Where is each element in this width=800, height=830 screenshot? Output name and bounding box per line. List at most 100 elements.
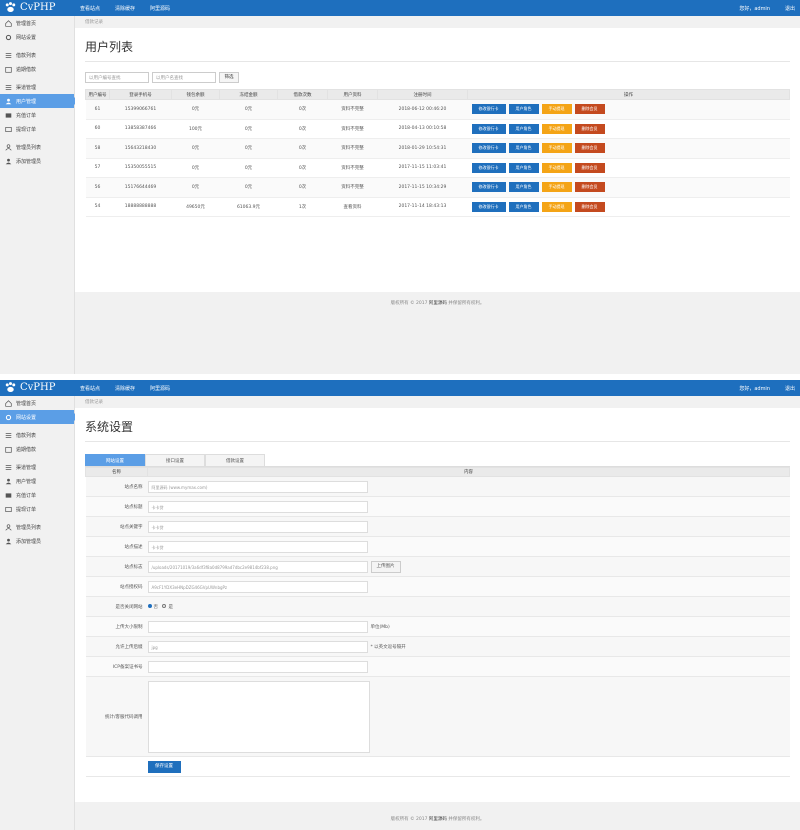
sidebar-item-dashboard[interactable]: 管理首页 — [0, 16, 74, 30]
sidebar-item-users[interactable]: 用户管理 — [0, 94, 78, 108]
col-frozen[interactable]: 冻结金额 — [219, 89, 278, 100]
calendar-icon — [5, 66, 12, 73]
sidebar-item-dashboard[interactable]: 管理首页 — [0, 396, 74, 410]
footer-brand-link[interactable]: 阿里源码 — [429, 301, 447, 306]
list-icon — [5, 432, 12, 438]
filter-button[interactable]: 筛选 — [219, 72, 239, 83]
sidebar-item-add-admin[interactable]: 添加管理员 — [0, 534, 74, 548]
col-profile[interactable]: 用户资料 — [327, 89, 378, 100]
close-site-no-radio[interactable] — [147, 604, 152, 608]
list-icon — [5, 84, 12, 90]
table-cell[interactable]: 查看资料 — [327, 197, 378, 217]
table-cell[interactable]: 资料不完整 — [327, 138, 378, 159]
keywords-field[interactable]: 卡卡贷 — [147, 520, 368, 533]
col-balance[interactable]: 钱包余额 — [171, 89, 220, 100]
nav-view-site[interactable]: 查看站点 — [80, 385, 100, 392]
sidebar-item-users[interactable]: 用户管理 — [0, 474, 74, 488]
manual-withdraw-button[interactable]: 手动提现 — [541, 123, 572, 134]
edit-bank-card-button[interactable]: 修改银行卡 — [471, 143, 506, 154]
description-field[interactable]: 卡卡贷 — [147, 540, 368, 553]
logout-link[interactable]: 退出 — [785, 385, 795, 392]
edit-bank-card-button[interactable]: 修改银行卡 — [471, 123, 506, 134]
table-cell[interactable]: 资料不完整 — [327, 158, 378, 178]
sidebar-item-admins[interactable]: 管理员列表 — [0, 520, 74, 534]
table-cell[interactable]: 资料不完整 — [327, 99, 378, 120]
sidebar-item-add-admin[interactable]: 添加管理员 — [0, 154, 74, 168]
manual-withdraw-button[interactable]: 手动提现 — [541, 104, 572, 115]
table-cell[interactable]: 资料不完整 — [327, 177, 378, 198]
col-loan-count[interactable]: 借款次数 — [277, 89, 328, 100]
manual-withdraw-button[interactable]: 手动提现 — [541, 162, 572, 173]
breadcrumb[interactable]: 借款记录 — [75, 396, 800, 408]
nav-view-site[interactable]: 查看站点 — [80, 5, 100, 12]
user-role-button[interactable]: 用户角色 — [508, 201, 539, 212]
user-role-button[interactable]: 用户角色 — [508, 123, 539, 134]
icp-field[interactable] — [147, 660, 368, 673]
user-role-button[interactable]: 用户角色 — [508, 143, 539, 154]
sidebar-item-settings[interactable]: 网站设置 — [0, 30, 74, 44]
col-phone[interactable]: 登录手机号 — [109, 89, 172, 100]
delete-member-button[interactable]: 删除会员 — [574, 162, 605, 173]
user-role-button[interactable]: 用户角色 — [508, 162, 539, 173]
sidebar-item-overdue[interactable]: 逾期借款 — [0, 62, 74, 76]
user-id-search-input[interactable]: 以用户编号查找 — [85, 72, 149, 83]
site-title-field[interactable]: 卡卡贷 — [147, 500, 368, 513]
user-role-button[interactable]: 用户角色 — [508, 104, 539, 115]
col-user-id[interactable]: 用户编号 — [85, 89, 110, 100]
calendar-icon — [5, 446, 12, 453]
nav-source[interactable]: 阿里源码 — [150, 5, 170, 12]
delete-member-button[interactable]: 删除会员 — [574, 182, 605, 193]
edit-bank-card-button[interactable]: 修改银行卡 — [471, 162, 506, 173]
sidebar-item-admins[interactable]: 管理员列表 — [0, 140, 74, 154]
upload-image-button[interactable]: 上传图片 — [370, 560, 401, 573]
tab-api-settings[interactable]: 接口设置 — [145, 454, 205, 466]
site-name-field[interactable]: 阿里源码 (www.mymax.com) — [147, 480, 368, 493]
nav-clear-cache[interactable]: 清除缓存 — [115, 385, 135, 392]
top-nav: 查看站点 清除缓存 阿里源码 — [80, 0, 185, 16]
close-site-label: 是否关闭网站 — [85, 596, 148, 617]
upload-limit-field[interactable] — [147, 620, 368, 633]
manual-withdraw-button[interactable]: 手动提现 — [541, 182, 572, 193]
table-cell[interactable]: 资料不完整 — [327, 119, 378, 139]
upload-types-label: 允许上传后缀 — [85, 636, 148, 657]
sidebar-item-recharge[interactable]: 充值订单 — [0, 488, 74, 502]
user-name-search-input[interactable]: 以用户名查找 — [152, 72, 216, 83]
footer-brand-link[interactable]: 阿里源码 — [429, 817, 447, 822]
sidebar-item-loans[interactable]: 借款列表 — [0, 428, 74, 442]
edit-bank-card-button[interactable]: 修改银行卡 — [471, 201, 506, 212]
delete-member-button[interactable]: 删除会员 — [574, 143, 605, 154]
delete-member-button[interactable]: 删除会员 — [574, 201, 605, 212]
edit-bank-card-button[interactable]: 修改银行卡 — [471, 104, 506, 115]
manual-withdraw-button[interactable]: 手动提现 — [541, 143, 572, 154]
brand-logo[interactable]: CvPHP — [4, 1, 55, 14]
delete-member-button[interactable]: 删除会员 — [574, 123, 605, 134]
manual-withdraw-button[interactable]: 手动提现 — [541, 201, 572, 212]
save-button[interactable]: 保存设置 — [147, 760, 181, 773]
tab-site-settings[interactable]: 网站设置 — [85, 454, 145, 466]
col-register-time[interactable]: 注册时间 — [377, 89, 468, 100]
logo-path-field[interactable]: /uploads/20171019/3a6df3f8a0d8799ad7dbc2… — [147, 560, 368, 573]
user-role-button[interactable]: 用户角色 — [508, 182, 539, 193]
sidebar-item-recharge[interactable]: 充值订单 — [0, 108, 74, 122]
sidebar-item-channels[interactable]: 渠道管理 — [0, 80, 74, 94]
close-site-yes-radio[interactable] — [162, 604, 167, 608]
delete-member-button[interactable]: 删除会员 — [574, 104, 605, 115]
breadcrumb[interactable]: 借款记录 — [75, 16, 800, 28]
sidebar-item-withdraw[interactable]: 提现订单 — [0, 122, 74, 136]
col-name: 名称 — [85, 467, 148, 477]
sidebar-item-settings[interactable]: 网站设置 — [0, 410, 78, 424]
nav-source[interactable]: 阿里源码 — [150, 385, 170, 392]
logout-link[interactable]: 退出 — [785, 5, 795, 12]
sidebar-item-channels[interactable]: 渠道管理 — [0, 460, 74, 474]
nav-clear-cache[interactable]: 清除缓存 — [115, 5, 135, 12]
user-greeting: 您好，admin — [739, 5, 770, 12]
brand-logo[interactable]: CvPHP — [4, 381, 55, 394]
upload-types-field[interactable]: jpg — [147, 640, 368, 653]
edit-bank-card-button[interactable]: 修改银行卡 — [471, 182, 506, 193]
license-field[interactable]: A9cF1YDX3eHNpDZG46GVpUWnbgPz — [147, 580, 368, 593]
sidebar-item-overdue[interactable]: 逾期借款 — [0, 442, 74, 456]
sidebar-item-withdraw[interactable]: 提现订单 — [0, 502, 74, 516]
stats-code-textarea[interactable] — [147, 680, 370, 753]
tab-loan-settings[interactable]: 借款设置 — [205, 454, 265, 466]
sidebar-item-loans[interactable]: 借款列表 — [0, 48, 74, 62]
